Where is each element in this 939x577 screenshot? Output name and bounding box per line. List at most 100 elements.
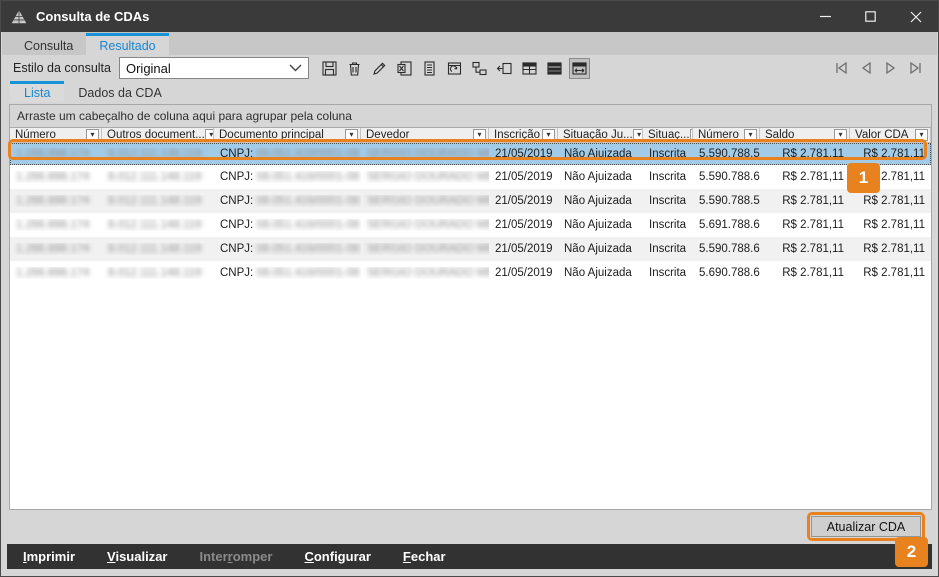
filter-dropdown-icon[interactable]	[633, 129, 643, 141]
column-header[interactable]: Número	[693, 128, 760, 142]
filter-dropdown-icon[interactable]	[834, 129, 847, 141]
cell: Não Ajuizada	[558, 267, 643, 279]
menu-configurar[interactable]: Configurar	[304, 549, 370, 564]
result-subtabs: Lista Dados da CDA	[10, 81, 176, 102]
cell: R$ 2.781,11	[760, 148, 850, 160]
filter-dropdown-icon[interactable]	[744, 129, 757, 141]
group-by-panel[interactable]: Arraste um cabeçalho de coluna aqui para…	[10, 105, 931, 128]
bottom-menubar: Imprimir Visualizar Interromper Configur…	[7, 544, 932, 569]
tab-consulta[interactable]: Consulta	[11, 33, 86, 55]
filter-dropdown-icon[interactable]	[915, 129, 928, 141]
menu-imprimir[interactable]: Imprimir	[23, 549, 75, 564]
cell: 5.590.788.6	[693, 171, 760, 183]
maximize-button[interactable]	[848, 1, 893, 32]
cell: 21/05/2019	[489, 171, 558, 183]
column-header-label: Valor CDA	[855, 129, 908, 141]
cell: Inscrita	[643, 243, 693, 255]
minimize-button[interactable]	[803, 1, 848, 32]
column-header-label: Inscrição	[494, 129, 540, 141]
filter-dropdown-icon[interactable]	[473, 129, 486, 141]
cell: 1.266.898.174	[10, 267, 102, 279]
cell: CNPJ: 08.051.416/0001-08	[214, 195, 361, 207]
cell: 5.690.788.66	[693, 267, 760, 279]
tab-consulta-label: Consulta	[24, 39, 73, 53]
filter-dropdown-icon[interactable]	[205, 129, 214, 141]
filter-dropdown-icon[interactable]	[345, 129, 358, 141]
column-header[interactable]: Saldo	[760, 128, 850, 142]
menu-visualizar[interactable]: Visualizar	[107, 549, 167, 564]
column-header[interactable]: Número	[10, 128, 102, 142]
column-header[interactable]: Documento principal	[214, 128, 361, 142]
cell: CNPJ: 08.051.416/0001-08	[214, 243, 361, 255]
cell: 8.012.111.148.119	[102, 219, 214, 231]
atualizar-cda-button[interactable]: Atualizar CDA	[811, 516, 921, 537]
cell: Não Ajuizada	[558, 171, 643, 183]
column-header[interactable]: Inscrição	[489, 128, 558, 142]
cell: 8.012.111.148.119	[102, 267, 214, 279]
cell: Inscrita	[643, 171, 693, 183]
export-excel-icon[interactable]	[394, 58, 415, 79]
query-style-value: Original	[126, 61, 171, 76]
cell: Inscrita	[643, 219, 693, 231]
reset-layout-icon[interactable]	[444, 58, 465, 79]
filter-dropdown-icon[interactable]	[542, 129, 555, 141]
copy-list-icon[interactable]	[419, 58, 440, 79]
cell: SERGIO DOURADO ME	[361, 219, 489, 231]
column-header[interactable]: Devedor	[361, 128, 489, 142]
cell: R$ 2.781,11	[760, 195, 850, 207]
table-row[interactable]: 1.266.898.1748.012.111.148.119CNPJ: 08.0…	[10, 213, 931, 237]
group-tree-icon[interactable]	[469, 58, 490, 79]
cell: R$ 2.781,11	[760, 267, 850, 279]
table-row[interactable]: 1.266.898.1748.012.111.148.119CNPJ: 08.0…	[10, 143, 931, 165]
previous-record-icon[interactable]	[858, 60, 874, 76]
fit-columns-icon[interactable]	[569, 58, 590, 79]
column-header[interactable]: Valor CDA	[850, 128, 931, 142]
save-icon[interactable]	[319, 58, 340, 79]
column-header[interactable]: Outros document...	[102, 128, 214, 142]
annotation-badge-2: 2	[895, 537, 928, 567]
table-row[interactable]: 1.266.898.1748.012.111.148.119CNPJ: 08.0…	[10, 165, 931, 189]
filter-dropdown-icon[interactable]	[86, 129, 99, 141]
cell: 21/05/2019	[489, 219, 558, 231]
column-header-label: Outros document...	[107, 129, 205, 141]
cell: Inscrita	[643, 148, 693, 160]
subtab-dados-da-cda[interactable]: Dados da CDA	[64, 81, 175, 102]
menu-fechar[interactable]: Fechar	[403, 549, 446, 564]
cell: CNPJ: 08.051.416/0001-08	[214, 267, 361, 279]
next-record-icon[interactable]	[883, 60, 899, 76]
group-by-hint: Arraste um cabeçalho de coluna aqui para…	[17, 109, 352, 123]
cell: Não Ajuizada	[558, 243, 643, 255]
row-view-icon[interactable]	[544, 58, 565, 79]
cell: 21/05/2019	[489, 195, 558, 207]
column-header-label: Devedor	[366, 129, 409, 141]
grid-view-icon[interactable]	[519, 58, 540, 79]
cell: 8.012.111.148.119	[102, 148, 214, 160]
table-row[interactable]: 1.266.898.1748.012.111.148.119CNPJ: 08.0…	[10, 189, 931, 213]
cell: R$ 2.781,11	[850, 219, 931, 231]
first-record-icon[interactable]	[833, 60, 849, 76]
column-header[interactable]: Situação Ju...	[558, 128, 643, 142]
annotation-badge-1: 1	[847, 163, 880, 193]
cell: R$ 2.781,11	[850, 243, 931, 255]
cell: 8.012.111.148.119	[102, 171, 214, 183]
cell: 5.590.788.66	[693, 243, 760, 255]
cell: SERGIO DOURADO ME	[361, 171, 489, 183]
band-collapse-icon[interactable]	[494, 58, 515, 79]
grid-body: 1.266.898.1748.012.111.148.119CNPJ: 08.0…	[10, 143, 931, 285]
subtab-lista[interactable]: Lista	[10, 81, 64, 102]
edit-icon[interactable]	[369, 58, 390, 79]
cell: Não Ajuizada	[558, 148, 643, 160]
chevron-down-icon	[289, 64, 302, 72]
last-record-icon[interactable]	[908, 60, 924, 76]
table-row[interactable]: 1.266.898.1748.012.111.148.119CNPJ: 08.0…	[10, 237, 931, 261]
cell: 1.266.898.174	[10, 243, 102, 255]
delete-icon[interactable]	[344, 58, 365, 79]
query-style-label: Estilo da consulta	[13, 61, 111, 75]
results-grid: Arraste um cabeçalho de coluna aqui para…	[9, 104, 932, 510]
close-button[interactable]	[893, 1, 938, 32]
table-row[interactable]: 1.266.898.1748.012.111.148.119CNPJ: 08.0…	[10, 261, 931, 285]
tab-resultado[interactable]: Resultado	[86, 33, 168, 55]
subtab-lista-label: Lista	[24, 86, 50, 100]
column-header[interactable]: Situaç...	[643, 128, 693, 142]
query-style-dropdown[interactable]: Original	[119, 57, 309, 79]
